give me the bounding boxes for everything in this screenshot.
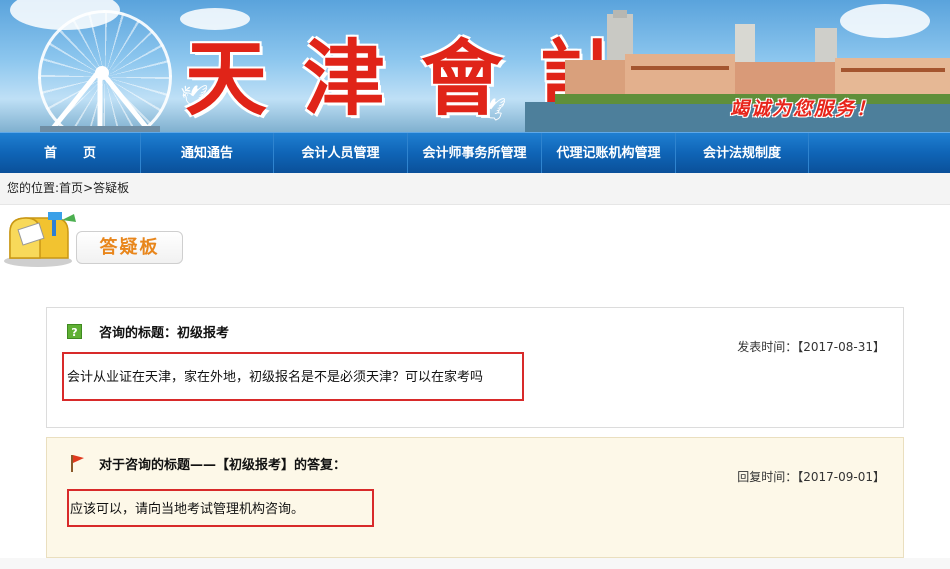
nav-agency-management[interactable]: 代理记账机构管理: [542, 133, 676, 174]
question-mark-icon: ?: [67, 324, 82, 339]
header-banner: 🕊 🕊 天津會計 竭诚为您服务！: [0, 0, 950, 132]
breadcrumb: 您的位置:首页>答疑板: [0, 173, 950, 205]
answer-title: 对于咨询的标题——【初级报考】的答复：: [99, 458, 347, 473]
nav-regulations[interactable]: 会计法规制度: [676, 133, 809, 174]
main-nav: 首 页 通知通告 会计人员管理 会计师事务所管理 代理记账机构管理 会计法规制度: [0, 132, 950, 174]
question-post-time: 发表时间：【2017-08-31】: [737, 340, 885, 354]
breadcrumb-separator: >: [83, 181, 94, 195]
answer-panel: 对于咨询的标题——【初级报考】的答复： 回复时间：【2017-09-01】 应该…: [46, 437, 904, 558]
ferris-wheel-stand: [40, 70, 160, 132]
flag-icon: [71, 455, 84, 472]
answer-reply-time: 回复时间：【2017-09-01】: [737, 470, 885, 484]
question-highlight-box: [62, 352, 524, 401]
section-title: 答疑板: [76, 231, 183, 264]
footer-strip: [0, 558, 950, 569]
nav-firm-management[interactable]: 会计师事务所管理: [408, 133, 542, 174]
nav-home[interactable]: 首 页: [0, 133, 141, 174]
breadcrumb-home-link[interactable]: 首页: [59, 181, 83, 195]
breadcrumb-prefix: 您的位置:: [7, 181, 60, 195]
answer-highlight-box: [67, 489, 374, 527]
mailbox-icon: [4, 212, 76, 267]
slogan-text: 竭诚为您服务！: [730, 98, 878, 120]
nav-accountant-management[interactable]: 会计人员管理: [274, 133, 408, 174]
question-panel: ? 咨询的标题：初级报考 发表时间：【2017-08-31】 会计从业证在天津，…: [46, 307, 904, 428]
nav-notices[interactable]: 通知通告: [141, 133, 274, 174]
breadcrumb-current: 答疑板: [93, 181, 130, 195]
question-title: 咨询的标题：初级报考: [99, 326, 230, 341]
nav-blank: [809, 133, 950, 174]
